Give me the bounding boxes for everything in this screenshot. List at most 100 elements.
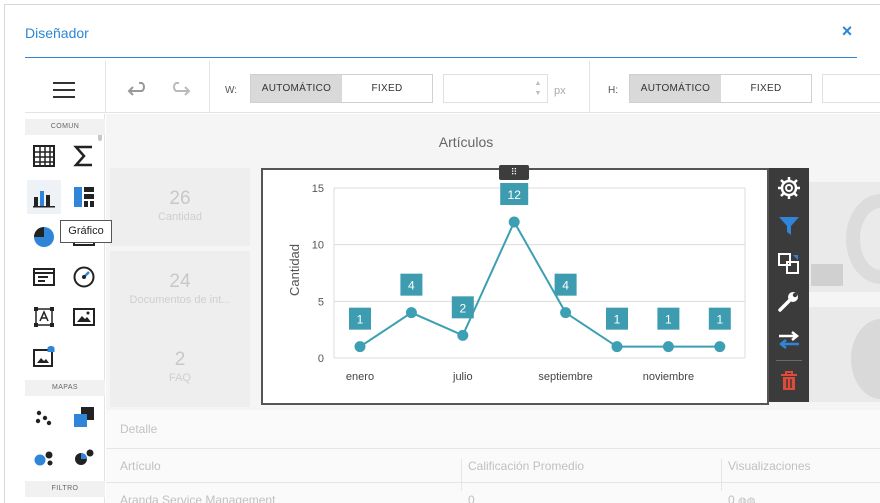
kpi-label: Cantidad (157, 211, 203, 223)
kpi-card[interactable]: 26 Cantidad (110, 168, 250, 246)
y-tick-label: 5 (318, 296, 324, 308)
x-axis-ticks: enero julio septiembre noviembre (346, 371, 694, 383)
column-header[interactable]: Artículo (120, 459, 161, 473)
data-point (560, 307, 572, 319)
x-tick-label: enero (346, 371, 374, 383)
views-icon: ◍◍ (738, 496, 756, 503)
y-tick-label: 10 (312, 240, 324, 252)
sigma-icon[interactable] (67, 139, 101, 173)
scatter-map-icon[interactable] (27, 400, 61, 434)
data-label: 1 (614, 313, 621, 327)
kpi-value: 24 (169, 271, 191, 292)
toolbar: W: AUTOMÁTICO FIXED ▲ ▼ px H: AUTOMÁTICO … (25, 61, 880, 113)
section-filter: FILTRO (25, 481, 105, 497)
title-bar: Diseñador × (5, 5, 880, 59)
background-widget (811, 264, 843, 286)
chart-grid (333, 187, 746, 359)
height-label: H: (608, 85, 618, 96)
choropleth-map-icon[interactable] (67, 400, 101, 434)
width-auto-button[interactable]: AUTOMÁTICO (251, 75, 342, 102)
kpi-label: FAQ (168, 372, 191, 384)
data-point (405, 307, 417, 319)
column-header[interactable]: Visualizaciones (728, 459, 811, 473)
title-divider (25, 57, 857, 58)
y-axis-title: Cantidad (287, 244, 302, 296)
detail-title: Detalle (120, 422, 158, 436)
widget-actions (769, 168, 809, 402)
kpi-value: 2 (174, 349, 186, 370)
width-fixed-button[interactable]: FIXED (342, 75, 432, 102)
widget-toolbox: COMUN MAPAS FILTRO (25, 114, 105, 503)
filter-icon[interactable] (769, 208, 809, 244)
data-point (457, 329, 469, 341)
data-point (714, 341, 726, 353)
table-cell: Aranda Service Management (120, 493, 276, 503)
kpi-card[interactable]: 2 FAQ (110, 329, 250, 407)
gauge-icon[interactable] (67, 260, 101, 294)
data-label: 1 (716, 313, 723, 327)
divider (589, 61, 590, 113)
drag-handle-icon[interactable]: ⠿ (499, 165, 529, 180)
grid-icon[interactable] (27, 139, 61, 173)
width-input[interactable]: ▲ ▼ (443, 74, 548, 103)
data-label: 4 (562, 279, 569, 293)
pie-map-icon[interactable] (67, 440, 101, 474)
detail-grid: Detalle Artículo Calificación Promedio V… (106, 410, 880, 503)
width-label: W: (225, 85, 238, 96)
undo-icon[interactable] (127, 79, 151, 99)
data-point (354, 341, 366, 353)
data-label: 1 (357, 313, 364, 327)
actions-divider (776, 360, 802, 361)
menu-icon[interactable] (53, 82, 75, 98)
table-cell-value: 0 (728, 493, 735, 503)
treemap-icon[interactable] (67, 180, 101, 214)
section-maps: MAPAS (25, 380, 105, 396)
data-point (508, 216, 520, 228)
column-header[interactable]: Calificación Promedio (468, 459, 584, 473)
dashboard-title: Artículos (438, 134, 494, 150)
data-point (662, 341, 674, 353)
data-labels: 1 4 2 12 4 1 1 1 (349, 183, 731, 330)
gear-icon[interactable] (769, 170, 809, 206)
data-label: 1 (665, 313, 672, 327)
table-header-row: Artículo Calificación Promedio Visualiza… (106, 448, 880, 491)
kpi-card[interactable]: 24 Documentos de int... (110, 251, 250, 329)
designer-window: Diseñador × W: AUTOMÁTICO FIXED ▲ ▼ px H:… (4, 4, 880, 503)
x-tick-label: noviembre (643, 371, 694, 383)
height-auto-button[interactable]: AUTOMÁTICO (630, 75, 721, 102)
divider (209, 61, 210, 113)
trash-icon[interactable] (769, 363, 809, 399)
text-box-icon[interactable] (27, 260, 61, 294)
y-axis-ticks: 0 5 10 15 (312, 183, 324, 365)
table-cell: 0 ◍◍ (728, 493, 755, 503)
wrench-icon[interactable] (769, 284, 809, 320)
data-label: 2 (459, 301, 466, 315)
convert-icon[interactable] (769, 246, 809, 282)
data-label: 12 (508, 188, 522, 202)
bar-chart-icon[interactable] (27, 180, 61, 214)
table-row[interactable]: Aranda Service Management 0 0 ◍◍ (106, 482, 880, 503)
pie-chart-icon[interactable] (27, 220, 61, 254)
width-mode-toggle: AUTOMÁTICO FIXED (250, 74, 433, 103)
section-common: COMUN (25, 119, 105, 135)
line-chart: Cantidad 0 5 10 15 enero julio septiembre novi… (287, 183, 746, 383)
y-tick-label: 15 (312, 183, 324, 195)
close-icon[interactable]: × (837, 21, 857, 41)
swap-icon[interactable] (769, 322, 809, 358)
kpi-label: Documentos de int... (129, 294, 231, 306)
divider (105, 61, 106, 113)
bubble-map-icon[interactable] (27, 440, 61, 474)
width-unit: px (554, 85, 566, 97)
data-point (611, 341, 623, 353)
window-title: Diseñador (25, 25, 89, 41)
image-icon[interactable] (67, 300, 101, 334)
kpi-value: 26 (169, 188, 191, 209)
bounding-box-text-icon[interactable] (27, 300, 61, 334)
height-fixed-button[interactable]: FIXED (721, 75, 811, 102)
redo-icon[interactable] (167, 79, 191, 99)
height-input[interactable] (822, 74, 880, 103)
bound-image-icon[interactable] (27, 339, 61, 373)
data-label: 4 (408, 279, 415, 293)
chart-widget[interactable]: Cantidad 0 5 10 15 enero julio septiembre novi… (261, 168, 769, 405)
width-spinner-icon[interactable]: ▲ ▼ (533, 79, 543, 99)
